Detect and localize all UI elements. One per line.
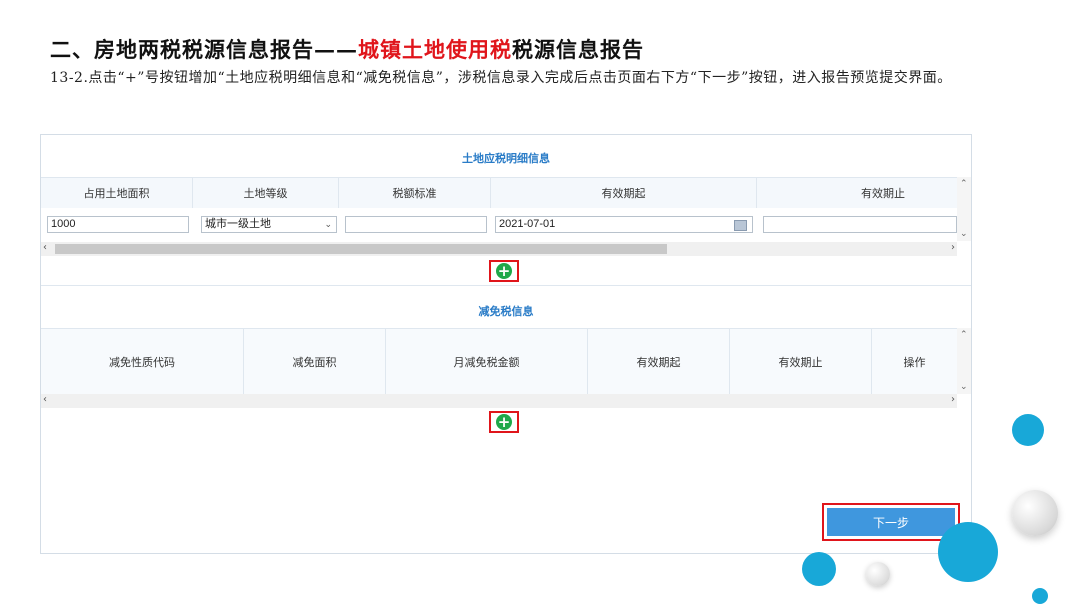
decor-circle	[1012, 414, 1044, 446]
plus-circle-icon: +	[496, 262, 512, 280]
land-col-valid-from: 有效期起	[491, 178, 757, 208]
chevron-down-icon: ⌄	[324, 219, 332, 229]
decor-circle	[1032, 588, 1048, 604]
tax-standard-input[interactable]	[345, 216, 487, 233]
land-table-row: 1000 城市一级土地 ⌄ 2021-07-01	[45, 215, 957, 235]
land-section-title: 土地应税明细信息	[462, 152, 550, 165]
next-button[interactable]: 下一步	[827, 508, 955, 536]
valid-from-input[interactable]: 2021-07-01	[495, 216, 753, 233]
land-grade-select[interactable]: 城市一级土地 ⌄	[201, 216, 337, 233]
chevron-down-icon[interactable]: ⌄	[960, 229, 968, 239]
chevron-up-icon[interactable]: ⌃	[960, 330, 968, 340]
relief-table-vscroll[interactable]: ⌃ ⌄	[957, 328, 971, 394]
calendar-icon[interactable]	[734, 220, 747, 231]
land-table-vscroll[interactable]: ⌃ ⌄	[957, 177, 971, 241]
slide-description: 13-2.点击“+”号按钮增加“土地应税明细信息和“减免税信息”，涉税信息录入完…	[50, 70, 952, 86]
slide-title: 二、房地两税税源信息报告——城镇土地使用税税源信息报告	[50, 34, 644, 64]
decor-circle	[866, 562, 890, 586]
land-col-area: 占用土地面积	[41, 178, 193, 208]
land-col-grade: 土地等级	[193, 178, 339, 208]
land-col-valid-to: 有效期止	[861, 187, 905, 200]
land-table-hscroll[interactable]: ‹ ›	[41, 242, 957, 256]
decor-circle	[802, 552, 836, 586]
valid-to-input[interactable]	[763, 216, 957, 233]
relief-col-monthly-amount: 月减免税金额	[386, 329, 588, 395]
area-input[interactable]: 1000	[47, 216, 189, 233]
chevron-right-icon[interactable]: ›	[951, 394, 955, 405]
relief-col-valid-to: 有效期止	[730, 329, 872, 395]
relief-section-title: 减免税信息	[478, 305, 534, 318]
relief-col-valid-from: 有效期起	[588, 329, 730, 395]
plus-circle-icon: +	[496, 413, 512, 431]
land-col-standard: 税额标准	[339, 178, 491, 208]
title-suffix: 税源信息报告	[512, 37, 644, 62]
relief-col-area: 减免面积	[244, 329, 386, 395]
add-relief-row-button[interactable]: +	[489, 411, 519, 433]
relief-table-hscroll[interactable]: ‹ ›	[41, 394, 957, 408]
form-panel: 土地应税明细信息 占用土地面积 土地等级 税额标准 有效期起 有效期止 1000…	[40, 134, 972, 554]
title-prefix: 二、房地两税税源信息报告——	[50, 37, 358, 62]
chevron-right-icon[interactable]: ›	[951, 242, 955, 253]
chevron-down-icon[interactable]: ⌄	[960, 382, 968, 392]
title-highlight: 城镇土地使用税	[358, 37, 512, 62]
relief-col-code: 减免性质代码	[41, 329, 244, 395]
section-divider	[41, 285, 971, 286]
next-button-highlight: 下一步	[822, 503, 960, 541]
relief-col-action: 操作	[903, 356, 926, 369]
valid-from-value: 2021-07-01	[499, 218, 556, 230]
scroll-thumb[interactable]	[55, 244, 667, 254]
chevron-left-icon[interactable]: ‹	[43, 394, 47, 405]
land-grade-value: 城市一级土地	[205, 218, 271, 230]
chevron-up-icon[interactable]: ⌃	[960, 179, 968, 189]
land-table-header: 占用土地面积 土地等级 税额标准 有效期起 有效期止	[41, 177, 957, 208]
add-land-row-button[interactable]: +	[489, 260, 519, 282]
relief-table-header: 减免性质代码 减免面积 月减免税金额 有效期起 有效期止 操作	[41, 328, 957, 395]
decor-circle	[938, 522, 998, 582]
chevron-left-icon[interactable]: ‹	[43, 242, 47, 253]
decor-circle	[1012, 490, 1058, 536]
